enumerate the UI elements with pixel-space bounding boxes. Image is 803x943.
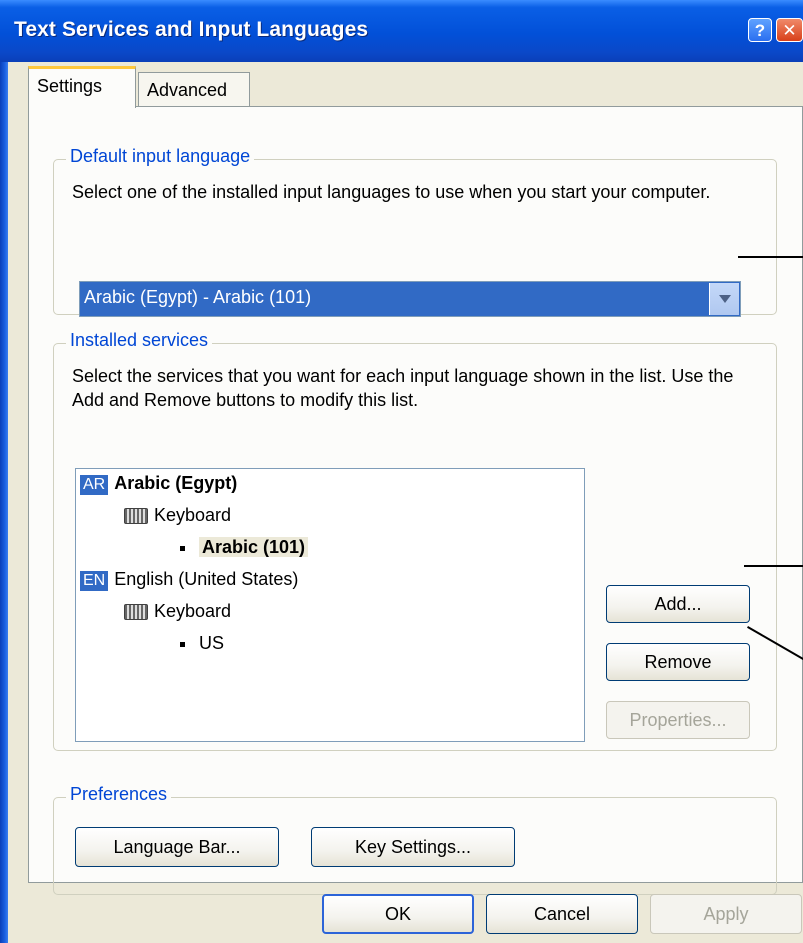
tree-item-english-us[interactable]: EN English (United States) <box>80 569 298 597</box>
key-settings-button[interactable]: Key Settings... <box>311 827 515 867</box>
help-button[interactable]: ? <box>748 18 772 42</box>
tree-item-label: Keyboard <box>154 505 232 525</box>
tree-item-label: Arabic (Egypt) <box>114 473 238 493</box>
default-input-language-legend: Default input language <box>66 146 255 167</box>
language-badge: AR <box>80 475 109 495</box>
tree-item-us[interactable]: US <box>180 633 224 661</box>
properties-button[interactable]: Properties... <box>606 701 750 739</box>
default-input-language-select[interactable]: Arabic (Egypt) - Arabic (101) <box>79 281 741 317</box>
language-bar-button[interactable]: Language Bar... <box>75 827 279 867</box>
window-frame-left <box>0 62 8 943</box>
bullet-icon <box>180 545 185 551</box>
keyboard-icon <box>124 508 148 525</box>
close-button[interactable]: ✕ <box>776 18 803 42</box>
ok-button[interactable]: OK <box>322 894 474 934</box>
installed-services-legend: Installed services <box>66 330 213 351</box>
tree-item-label: Arabic (101) <box>199 537 309 557</box>
language-badge: EN <box>80 571 109 591</box>
tree-item-label: English (United States) <box>114 569 299 589</box>
tab-advanced[interactable]: Advanced <box>138 72 250 106</box>
cancel-button[interactable]: Cancel <box>486 894 638 934</box>
callout-line-combo <box>738 256 803 258</box>
chevron-down-icon[interactable] <box>709 283 739 315</box>
tab-advanced-label: Advanced <box>147 80 228 100</box>
tree-item-label: US <box>199 633 225 653</box>
installed-services-tree[interactable]: AR Arabic (Egypt) Keyboard Arabic (101) E… <box>75 468 585 742</box>
default-input-language-description: Select one of the installed input langua… <box>72 182 711 202</box>
default-input-language-value: Arabic (Egypt) - Arabic (101) <box>84 287 312 307</box>
title-bar[interactable]: Text Services and Input Languages ? ✕ <box>0 0 803 62</box>
preferences-legend: Preferences <box>66 784 172 805</box>
callout-line-add <box>744 565 803 567</box>
dialog-window: Text Services and Input Languages ? ✕ Ad… <box>0 0 803 943</box>
window-title: Text Services and Input Languages <box>14 18 369 41</box>
keyboard-icon <box>124 604 148 621</box>
bullet-icon <box>180 641 185 647</box>
add-button[interactable]: Add... <box>606 585 750 623</box>
tab-settings[interactable]: Settings <box>28 66 136 108</box>
installed-services-description: Select the services that you want for ea… <box>72 366 734 410</box>
dialog-client-area: Advanced Default input language Select o… <box>8 62 803 943</box>
tab-settings-label: Settings <box>37 76 103 96</box>
tree-item-keyboard[interactable]: Keyboard <box>124 601 231 629</box>
tree-item-keyboard[interactable]: Keyboard <box>124 505 231 533</box>
tree-item-label: Keyboard <box>154 601 232 621</box>
remove-button[interactable]: Remove <box>606 643 750 681</box>
tree-item-arabic-101[interactable]: Arabic (101) <box>180 537 309 565</box>
tree-item-arabic-egypt[interactable]: AR Arabic (Egypt) <box>80 473 237 501</box>
apply-button[interactable]: Apply <box>650 894 802 934</box>
settings-tab-panel: Default input language Select one of the… <box>28 106 803 895</box>
